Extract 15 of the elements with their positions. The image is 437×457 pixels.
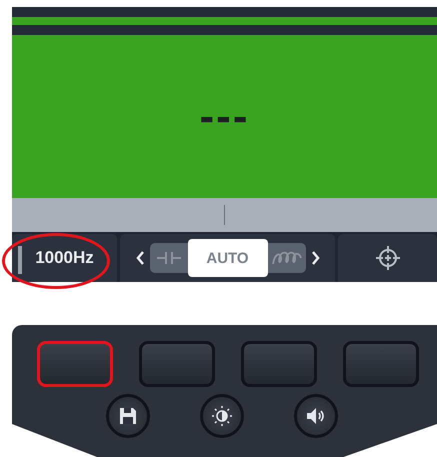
frequency-softkey[interactable]: 1000Hz	[12, 234, 117, 282]
crosshair-icon	[374, 244, 402, 272]
hardware-button[interactable]	[37, 341, 113, 387]
target-softkey[interactable]	[338, 234, 437, 282]
round-button[interactable]	[294, 394, 338, 438]
chevron-left-icon[interactable]	[136, 251, 144, 265]
round-button[interactable]	[200, 394, 244, 438]
round-button[interactable]	[106, 394, 150, 438]
speaker-icon	[306, 407, 326, 425]
brightness-icon	[211, 405, 233, 427]
auto-tab[interactable]: AUTO	[188, 239, 268, 277]
measurement-reading: ---	[200, 94, 250, 138]
capacitor-icon	[156, 250, 182, 266]
chevron-right-icon[interactable]	[312, 251, 320, 265]
coil-icon	[272, 250, 302, 266]
